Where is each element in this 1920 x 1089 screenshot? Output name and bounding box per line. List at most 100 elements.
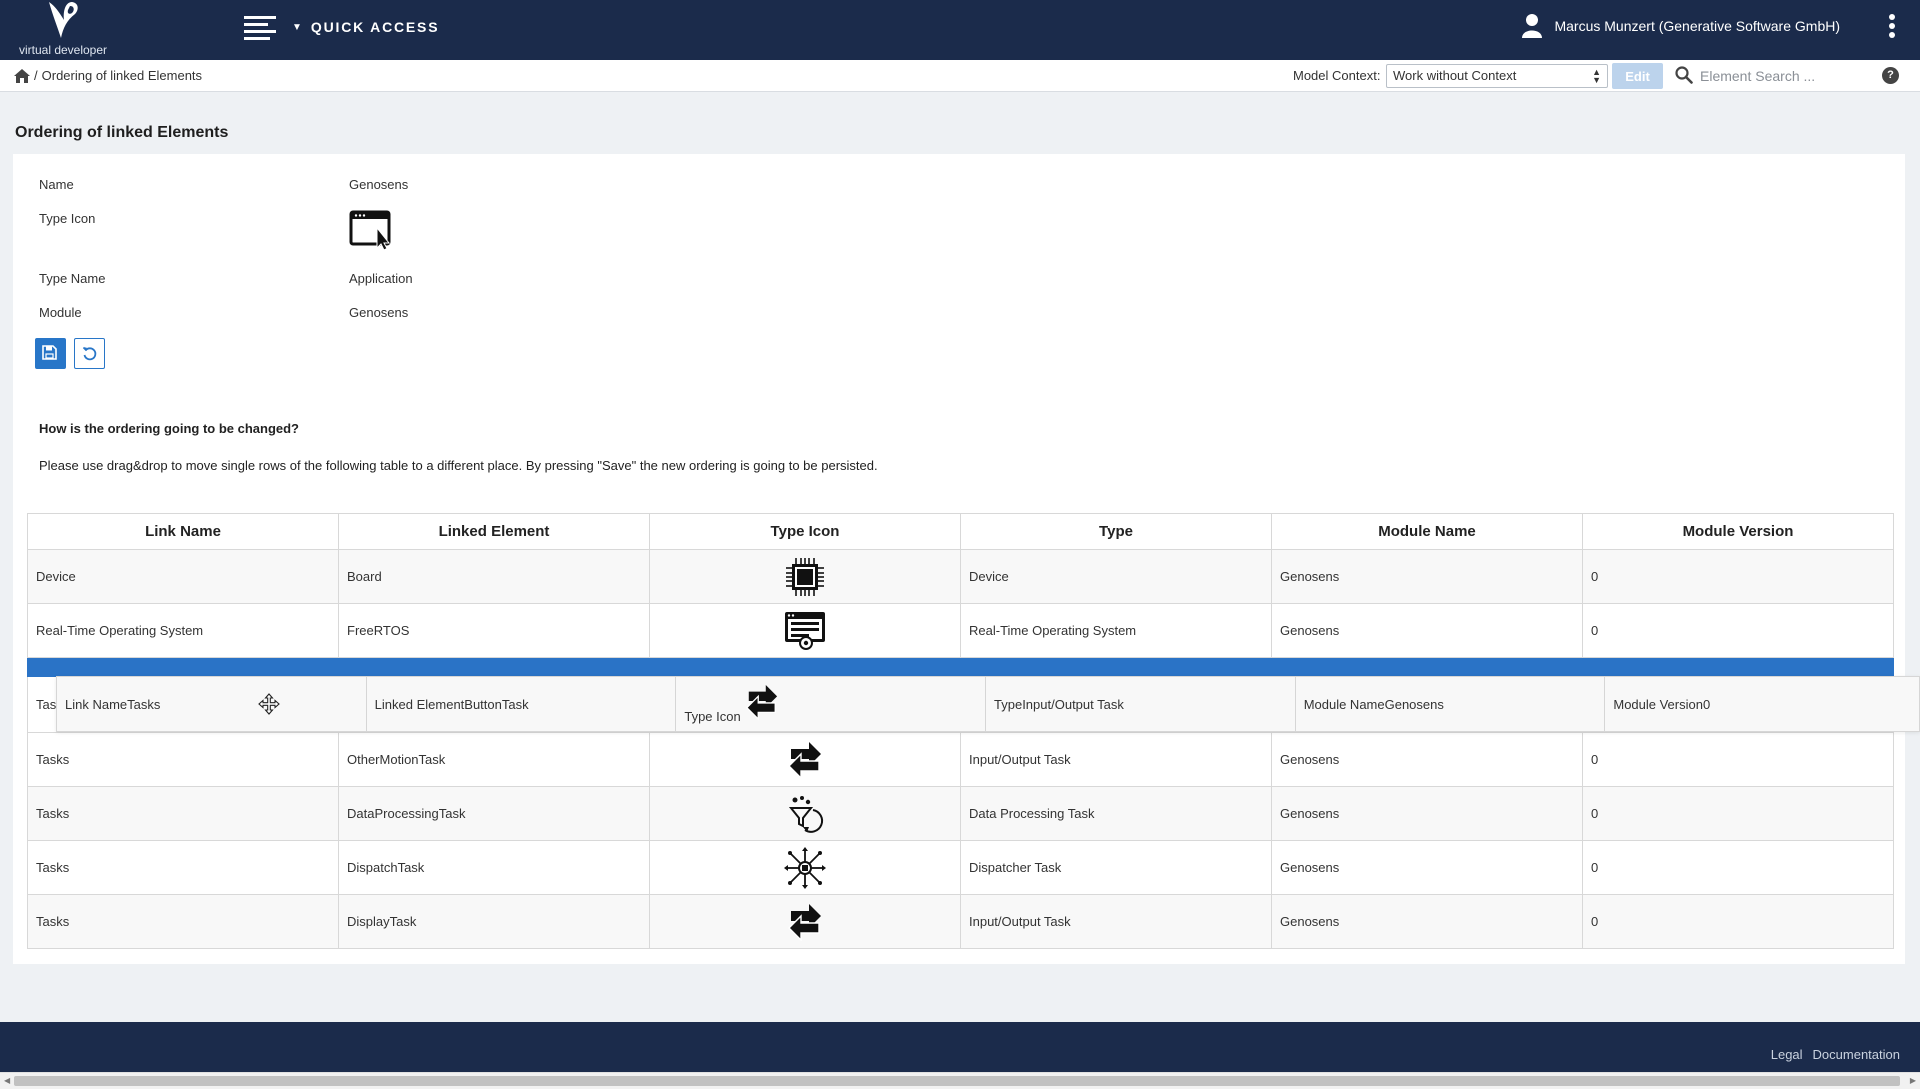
dragged-linked-element-cell: Linked ElementButtonTask bbox=[367, 677, 677, 731]
user-icon bbox=[1522, 14, 1543, 38]
type-icon-label: Type Icon bbox=[39, 211, 96, 226]
dragged-type-icon-label: Type Icon bbox=[684, 708, 741, 724]
column-header-type-icon[interactable]: Type Icon bbox=[649, 513, 961, 550]
io-task-icon bbox=[788, 903, 821, 942]
io-task-icon bbox=[745, 685, 777, 721]
breadcrumb-current[interactable]: Ordering of linked Elements bbox=[42, 68, 202, 83]
dragged-type-icon-cell: Type Icon bbox=[676, 677, 987, 731]
type-icon-cell bbox=[649, 732, 961, 787]
logo-text: virtual developer bbox=[18, 43, 108, 57]
linked-element-cell: Board bbox=[338, 549, 650, 604]
virtual-developer-logo[interactable]: virtual developer bbox=[18, 0, 108, 60]
more-options-icon[interactable] bbox=[1888, 14, 1896, 42]
documentation-link[interactable]: Documentation bbox=[1813, 1047, 1900, 1062]
reset-button[interactable] bbox=[74, 338, 105, 369]
dragged-type-cell: TypeInput/Output Task bbox=[986, 677, 1296, 731]
footer: Legal Documentation bbox=[0, 1022, 1920, 1072]
link-name-cell: Tasks bbox=[27, 894, 339, 949]
type-icon-cell bbox=[649, 603, 961, 658]
help-title: How is the ordering going to be changed? bbox=[39, 421, 299, 436]
link-name-cell: Tasks bbox=[27, 732, 339, 787]
dragged-table-row[interactable]: Link NameTasks Linked ElementButtonTask … bbox=[56, 676, 1920, 732]
io-task-icon bbox=[788, 741, 821, 780]
type-cell: Dispatcher Task bbox=[960, 840, 1272, 895]
module-version-cell: 0 bbox=[1582, 603, 1894, 658]
dragged-link-name: Link NameTasks bbox=[65, 696, 161, 712]
model-context-value: Work without Context bbox=[1393, 68, 1517, 83]
module-name-cell: Genosens bbox=[1271, 894, 1583, 949]
breadcrumb-separator: / bbox=[34, 68, 38, 83]
data-processing-icon bbox=[788, 795, 824, 833]
legal-link[interactable]: Legal bbox=[1771, 1047, 1803, 1062]
column-header-module-version[interactable]: Module Version bbox=[1582, 513, 1894, 550]
table-row[interactable]: Tasks DispatchTask Dispatcher Task Genos… bbox=[27, 840, 1894, 895]
dragged-linked-element: Linked ElementButtonTask bbox=[374, 696, 529, 712]
module-value: Genosens bbox=[349, 305, 409, 320]
link-name-cell: Device bbox=[27, 549, 339, 604]
linked-element-cell: DispatchTask bbox=[338, 840, 650, 895]
select-arrows-icon: ▲ ▼ bbox=[1592, 67, 1601, 85]
module-name-cell: Genosens bbox=[1271, 603, 1583, 658]
content-panel: Name Genosens Type Icon Type Name Applic… bbox=[13, 154, 1905, 964]
application-icon bbox=[349, 210, 391, 253]
dragged-link-name-cell: Link NameTasks bbox=[57, 677, 367, 731]
model-context-select[interactable]: Work without Context ▲ ▼ bbox=[1386, 64, 1608, 88]
edit-button[interactable]: Edit bbox=[1612, 63, 1663, 89]
module-version-cell: 0 bbox=[1582, 732, 1894, 787]
module-name-cell: Genosens bbox=[1271, 549, 1583, 604]
drop-placeholder-row[interactable] bbox=[27, 657, 1894, 677]
type-name-label: Type Name bbox=[39, 271, 106, 286]
type-icon-cell bbox=[649, 840, 961, 895]
table-row[interactable]: Device Board Device Genosens 0 bbox=[27, 549, 1894, 604]
user-name: Marcus Munzert (Generative Software GmbH… bbox=[1554, 18, 1840, 34]
move-cursor-icon bbox=[258, 693, 280, 715]
link-name-cell: Real-Time Operating System bbox=[27, 603, 339, 658]
column-header-link-name[interactable]: Link Name bbox=[27, 513, 339, 550]
name-label: Name bbox=[39, 177, 74, 192]
column-header-type[interactable]: Type bbox=[960, 513, 1272, 550]
menu-toggle-button[interactable] bbox=[244, 16, 276, 42]
dragged-type: TypeInput/Output Task bbox=[994, 696, 1124, 712]
breadcrumb: / Ordering of linked Elements bbox=[14, 68, 202, 83]
column-header-linked-element[interactable]: Linked Element bbox=[338, 513, 650, 550]
table-header-row: Link Name Linked Element Type Icon Type … bbox=[27, 513, 1894, 550]
save-button[interactable] bbox=[35, 338, 66, 369]
module-label: Module bbox=[39, 305, 82, 320]
model-context-label: Model Context: bbox=[1293, 68, 1381, 83]
quick-access-menu[interactable]: ▼ QUICK ACCESS bbox=[292, 19, 439, 35]
type-icon-cell bbox=[649, 786, 961, 841]
dragged-module-name: Module NameGenosens bbox=[1303, 696, 1444, 712]
user-menu[interactable]: Marcus Munzert (Generative Software GmbH… bbox=[1522, 14, 1840, 38]
table-row[interactable]: Tasks DataProcessingTask Data Processing… bbox=[27, 786, 1894, 841]
logo-mark-icon bbox=[49, 2, 78, 38]
scroll-left-icon[interactable]: ◀ bbox=[4, 1076, 10, 1085]
module-version-cell: 0 bbox=[1582, 840, 1894, 895]
table-row[interactable]: Real-Time Operating System FreeRTOS Real bbox=[27, 603, 1894, 658]
column-header-module-name[interactable]: Module Name bbox=[1271, 513, 1583, 550]
element-search-input[interactable] bbox=[1700, 64, 1860, 88]
search-icon[interactable] bbox=[1675, 66, 1693, 84]
link-name-cell: Tasks bbox=[27, 786, 339, 841]
dragged-module-name-cell: Module NameGenosens bbox=[1296, 677, 1606, 731]
home-icon[interactable] bbox=[14, 68, 30, 83]
type-icon-cell bbox=[649, 894, 961, 949]
dragged-module-version-cell: Module Version0 bbox=[1605, 677, 1919, 731]
sub-bar: / Ordering of linked Elements Model Cont… bbox=[0, 60, 1920, 92]
help-icon[interactable]: ? bbox=[1882, 67, 1899, 84]
type-cell: Real-Time Operating System bbox=[960, 603, 1272, 658]
scrollbar-thumb[interactable] bbox=[14, 1076, 1900, 1086]
rtos-icon bbox=[785, 611, 825, 650]
page-title: Ordering of linked Elements bbox=[15, 124, 229, 141]
name-value: Genosens bbox=[349, 177, 409, 192]
type-cell: Data Processing Task bbox=[960, 786, 1272, 841]
help-text: Please use drag&drop to move single rows… bbox=[39, 458, 878, 473]
table-row[interactable]: Tasks OtherMotionTask Input/Output Task … bbox=[27, 732, 1894, 787]
scroll-right-icon[interactable]: ▶ bbox=[1910, 1076, 1916, 1085]
chevron-down-icon: ▼ bbox=[292, 21, 302, 33]
module-name-cell: Genosens bbox=[1271, 786, 1583, 841]
horizontal-scrollbar[interactable]: ◀ ▶ bbox=[0, 1072, 1920, 1089]
linked-element-cell: DisplayTask bbox=[338, 894, 650, 949]
module-version-cell: 0 bbox=[1582, 894, 1894, 949]
table-row[interactable]: Tasks DisplayTask Input/Output Task Geno… bbox=[27, 894, 1894, 949]
module-name-cell: Genosens bbox=[1271, 732, 1583, 787]
